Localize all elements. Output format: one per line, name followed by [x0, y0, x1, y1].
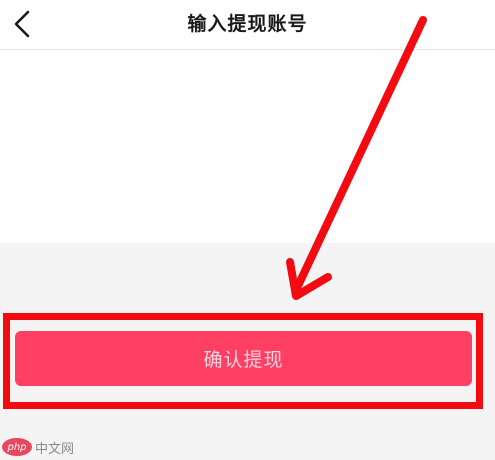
header-bar: 输入提现账号: [0, 0, 495, 50]
content-area: [0, 50, 495, 243]
php-logo-icon: php: [2, 438, 32, 456]
watermark: php 中文网: [2, 437, 74, 457]
confirm-withdraw-button[interactable]: 确认提现: [15, 331, 472, 386]
watermark-text: 中文网: [35, 441, 75, 457]
page-title: 输入提现账号: [187, 13, 308, 35]
